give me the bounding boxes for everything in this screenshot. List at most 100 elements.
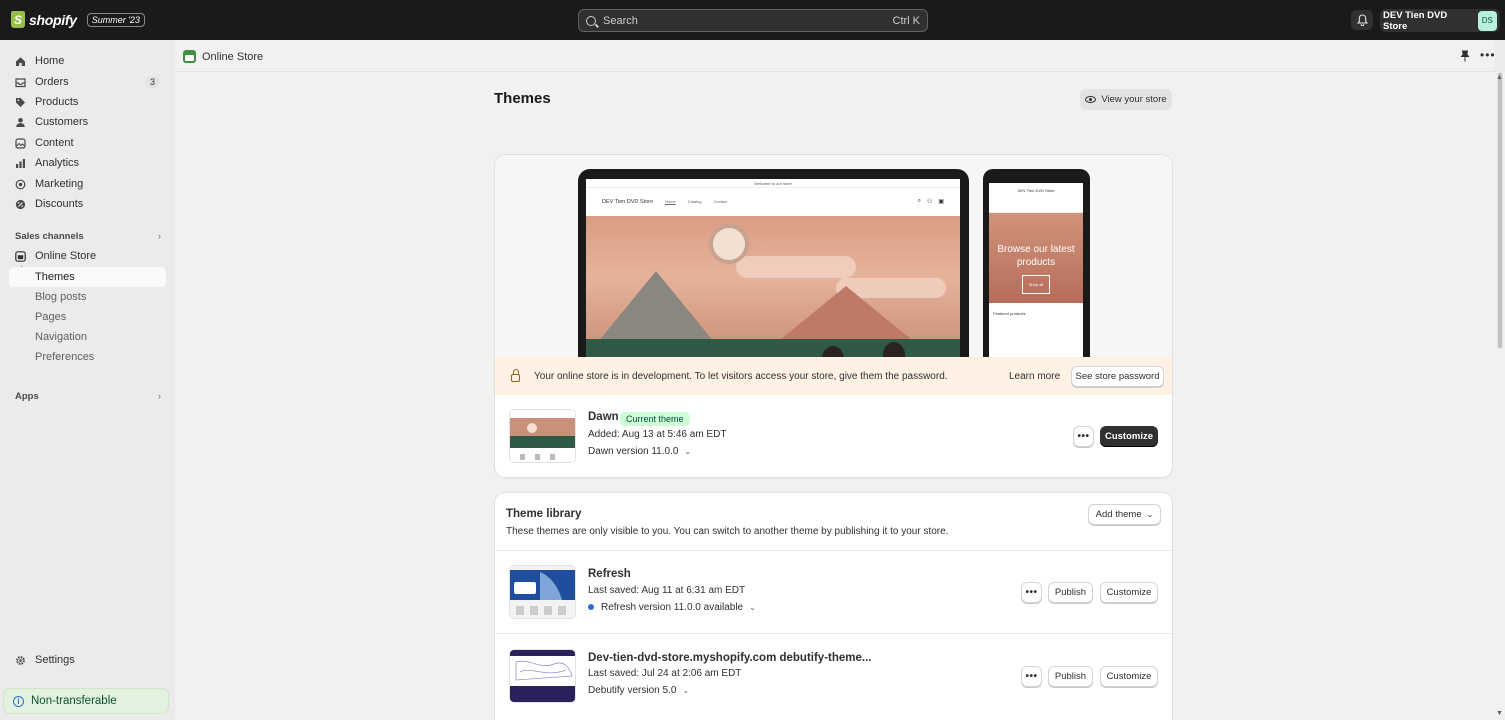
theme-preview[interactable]: Welcome to our store DEV Tien DVD Store …	[495, 155, 1172, 357]
chevron-right-icon: ›	[158, 231, 161, 241]
theme-name: Dev-tien-dvd-store.myshopify.com debutif…	[588, 652, 872, 664]
customize-button[interactable]: Customize	[1100, 426, 1158, 447]
sales-channels-header[interactable]: Sales channels ›	[9, 230, 166, 242]
search-icon	[586, 15, 596, 26]
mobile-store-name: DEV Tien DVD Store	[989, 183, 1083, 213]
debutify-theme-thumbnail	[509, 649, 576, 703]
update-dot-icon	[588, 604, 594, 611]
orders-icon	[15, 77, 26, 88]
sidebar-item-label: Preferences	[35, 351, 95, 363]
sidebar-item-themes[interactable]: Themes	[9, 267, 166, 287]
current-theme-name: Dawn	[588, 411, 619, 423]
add-theme-label: Add theme	[1095, 509, 1142, 520]
home-icon	[15, 56, 26, 67]
search-icon: ⌕	[917, 198, 921, 204]
theme-library-card: Theme library These themes are only visi…	[495, 493, 1172, 720]
eye-icon	[1085, 96, 1097, 103]
current-theme-version[interactable]: Dawn version 11.0.0 ⌄	[588, 446, 691, 457]
mobile-featured-label: Featured products	[993, 311, 1026, 316]
preview-store-name: DEV Tien DVD Store	[602, 198, 654, 205]
dawn-theme-thumbnail	[509, 409, 576, 463]
mobile-hero-button: Shop all	[1021, 275, 1051, 294]
shopify-logo[interactable]: S shopify Summer '23	[11, 11, 145, 28]
add-theme-button[interactable]: Add theme ⌄	[1088, 504, 1161, 525]
sidebar-item-blog-posts[interactable]: Blog posts	[9, 287, 166, 307]
account-icon: ⚇	[926, 199, 933, 205]
main-scrollbar[interactable]	[1495, 72, 1505, 720]
learn-more-link[interactable]: Learn more	[1009, 371, 1060, 382]
sidebar-item-label: Themes	[35, 271, 75, 283]
sidebar-item-online-store[interactable]: Online Store	[9, 246, 166, 266]
bell-icon	[1356, 14, 1368, 26]
sidebar-item-settings[interactable]: Settings	[9, 650, 166, 670]
header-divider	[175, 71, 1495, 72]
mobile-preview: DEV Tien DVD Store Browse our latest pro…	[983, 169, 1090, 357]
sidebar-item-marketing[interactable]: Marketing	[9, 174, 166, 194]
sidebar-item-label: Pages	[35, 311, 67, 323]
sidebar-item-label: Home	[35, 55, 65, 67]
top-bar: S shopify Summer '23 Search Ctrl K DEV T…	[0, 0, 1505, 40]
non-transferable-label: Non-transferable	[31, 695, 117, 707]
theme-more-button[interactable]: •••	[1021, 582, 1042, 603]
customize-button[interactable]: Customize	[1100, 582, 1158, 603]
theme-update-available[interactable]: Refresh version 11.0.0 available ⌄	[588, 602, 756, 613]
announcement-bar: Welcome to our store	[586, 179, 960, 188]
search-input[interactable]: Search Ctrl K	[578, 9, 928, 32]
view-store-label: View your store	[1101, 94, 1167, 105]
breadcrumb[interactable]: Online Store	[183, 48, 263, 65]
theme-last-saved: Last saved: Jul 24 at 2:06 am EDT	[588, 668, 742, 679]
sidebar-item-discounts[interactable]: Discounts	[9, 194, 166, 214]
scroll-up-arrow[interactable]: ▲	[1496, 74, 1505, 81]
sidebar-item-home[interactable]: Home	[9, 51, 166, 71]
chevron-down-icon: ⌄	[682, 686, 690, 695]
avatar: DS	[1477, 10, 1497, 31]
view-store-button[interactable]: View your store	[1080, 89, 1172, 110]
sidebar-item-label: Navigation	[35, 331, 87, 343]
more-actions-button[interactable]: •••	[1480, 48, 1496, 62]
customize-button[interactable]: Customize	[1100, 666, 1158, 687]
row-divider	[495, 550, 1172, 551]
row-divider	[495, 633, 1172, 634]
current-theme-more-button[interactable]: •••	[1073, 426, 1094, 447]
gear-icon	[15, 655, 26, 666]
edition-badge[interactable]: Summer '23	[86, 12, 145, 27]
sidebar-item-content[interactable]: Content	[9, 133, 166, 153]
publish-button[interactable]: Publish	[1048, 582, 1093, 603]
sidebar-item-pages[interactable]: Pages	[9, 307, 166, 327]
preview-link: Home	[665, 199, 676, 204]
sidebar-item-preferences[interactable]: Preferences	[9, 347, 166, 367]
theme-library-title: Theme library	[506, 508, 582, 520]
pin-icon[interactable]	[1460, 50, 1470, 65]
online-store-app-icon	[183, 50, 196, 63]
theme-last-saved: Last saved: Aug 11 at 6:31 am EDT	[588, 585, 746, 596]
sidebar-item-analytics[interactable]: Analytics	[9, 153, 166, 173]
online-store-icon	[15, 250, 26, 262]
preview-link: Contact	[713, 199, 728, 204]
sidebar-item-orders[interactable]: Orders 3	[9, 72, 166, 92]
discount-icon	[15, 199, 26, 210]
scroll-down-arrow[interactable]: ▼	[1496, 710, 1505, 717]
theme-version[interactable]: Debutify version 5.0 ⌄	[588, 685, 689, 696]
search-placeholder: Search	[603, 14, 638, 27]
version-label: Dawn version 11.0.0	[588, 446, 679, 457]
lock-icon	[511, 369, 520, 382]
sidebar-item-customers[interactable]: Customers	[9, 112, 166, 132]
non-transferable-banner[interactable]: i Non-transferable	[3, 688, 169, 714]
sidebar-item-products[interactable]: Products	[9, 92, 166, 112]
preview-header-icons: ⌕ ⚇ ▣	[918, 198, 944, 205]
see-store-password-button[interactable]: See store password	[1071, 366, 1164, 387]
sidebar-item-label: Settings	[35, 654, 75, 666]
scrollbar-thumb[interactable]	[1497, 72, 1503, 349]
sidebar-item-label: Online Store	[35, 250, 97, 262]
publish-button[interactable]: Publish	[1048, 666, 1093, 687]
apps-header[interactable]: Apps ›	[9, 390, 166, 402]
preview-link: Catalog	[687, 199, 702, 204]
theme-more-button[interactable]: •••	[1021, 666, 1042, 687]
sidebar-item-navigation[interactable]: Navigation	[9, 327, 166, 347]
store-menu-button[interactable]: DEV Tien DVD Store DS	[1380, 9, 1500, 32]
breadcrumb-label: Online Store	[202, 50, 264, 63]
version-label: Refresh version 11.0.0 available	[601, 602, 744, 613]
notifications-button[interactable]	[1351, 10, 1373, 30]
shopify-bag-icon: S	[11, 11, 25, 28]
sidebar-item-label: Customers	[35, 116, 89, 128]
